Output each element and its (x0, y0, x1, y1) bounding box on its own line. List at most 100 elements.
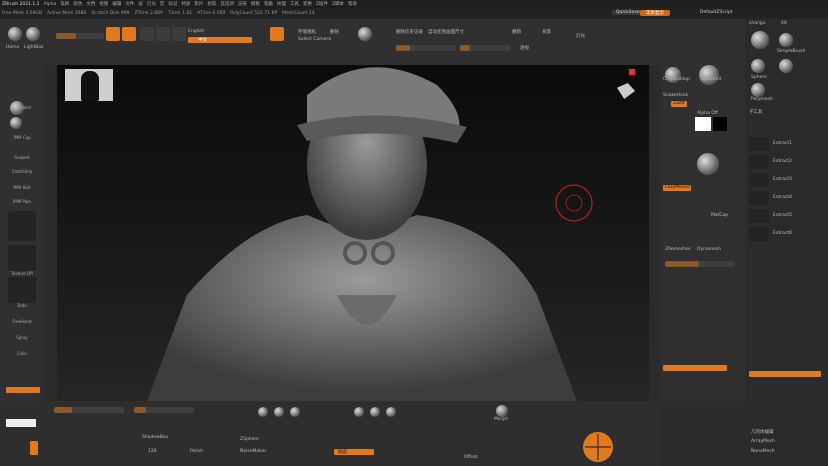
arraymesh-label[interactable]: ArrayMesh (751, 439, 775, 444)
subtool-name-6[interactable]: Extract6 (773, 231, 792, 236)
texture-thumbnail[interactable] (8, 245, 36, 271)
menu-render[interactable]: 渲染 (238, 1, 247, 7)
curve-brush-icon-3[interactable] (290, 407, 300, 417)
menu-zscript[interactable]: Z脚本 (332, 1, 344, 7)
menu-stroke[interactable]: 笔触 (264, 1, 273, 7)
color-slot-icon[interactable] (30, 441, 38, 455)
auto-restore-label[interactable]: 自动还原 (428, 29, 446, 35)
menu-color[interactable]: 颜色 (73, 1, 82, 7)
sphere-icon[interactable] (751, 59, 765, 73)
menu-tool[interactable]: 工具 (290, 1, 299, 7)
menu-file[interactable]: 文件 (125, 1, 134, 7)
light-label[interactable]: 灯光 (576, 33, 585, 39)
matcap-ball-icon[interactable] (697, 153, 719, 175)
current-tool-icon[interactable] (751, 31, 769, 49)
delete-camera-label[interactable]: 删除 (330, 29, 339, 35)
offset-label[interactable]: Offset (464, 455, 478, 460)
zsphere-label[interactable]: ZSphere (240, 437, 259, 442)
menu-picker[interactable]: 拾取 (207, 1, 216, 7)
polish-label[interactable]: Polish (190, 449, 203, 454)
select-camera-label[interactable]: Select Camera (298, 37, 331, 42)
standard-brush-icon[interactable] (699, 65, 719, 85)
menu-alpha[interactable]: Alpha (44, 2, 57, 7)
menu-edit[interactable]: 编辑 (112, 1, 121, 7)
subtool-name-5[interactable]: Extract5 (773, 213, 792, 218)
axis-gizmo-icon[interactable] (629, 69, 635, 75)
subtool-thumb-1[interactable] (749, 137, 769, 151)
menu-material[interactable]: 材质 (181, 1, 190, 7)
geometry-edit-label[interactable]: 几何体编辑 (751, 429, 774, 435)
subtool-thumb-5[interactable] (749, 209, 769, 223)
language-chinese[interactable]: 中文 (198, 37, 207, 43)
quicksave-button[interactable]: QuickSave (612, 10, 644, 15)
scale-button[interactable] (156, 27, 170, 41)
polymesh-icon[interactable] (751, 83, 765, 97)
menu-document[interactable]: 文档 (86, 1, 95, 7)
dock-orange-button[interactable] (663, 365, 727, 371)
perspective-label[interactable]: 透视 (520, 45, 529, 51)
history-icon[interactable] (358, 27, 372, 41)
curve-brush-icon-2[interactable] (274, 407, 284, 417)
transpose-icon[interactable] (10, 117, 22, 129)
shadowbox-label[interactable]: ShadowBox (142, 435, 168, 440)
cylinder-icon[interactable] (779, 59, 793, 73)
lightbox-icon[interactable] (26, 27, 40, 41)
noise-brush-icon-2[interactable] (370, 407, 380, 417)
menu-draw[interactable]: 绘图 (99, 1, 108, 7)
subtool-name-3[interactable]: Extract3 (773, 177, 792, 182)
move-button[interactable] (140, 27, 154, 41)
canvas-size-label[interactable]: 画面尺寸 (446, 29, 464, 35)
viewport-canvas[interactable] (57, 65, 649, 401)
menu-layer[interactable]: 层 (138, 1, 143, 7)
rotate-button[interactable] (172, 27, 186, 41)
nanomesh-label[interactable]: NanoMesh (751, 449, 775, 454)
noisemaker-label[interactable]: NoiseMaker (240, 449, 266, 454)
panel-orange-button[interactable] (749, 371, 821, 377)
morph-brush-icon[interactable] (496, 405, 508, 417)
dots-stroke-icon[interactable] (8, 277, 36, 303)
background-label[interactable]: 背景 (542, 29, 551, 35)
menu-marker[interactable]: 标记 (168, 1, 177, 7)
subtool-thumb-2[interactable] (749, 155, 769, 169)
bottom-slider-1[interactable] (54, 407, 124, 413)
menu-stencil[interactable]: 模板 (251, 1, 260, 7)
resolution-slider[interactable] (665, 261, 735, 267)
undo-label[interactable]: 撤销 (512, 29, 521, 35)
subtool-thumb-4[interactable] (749, 191, 769, 205)
draw-size-slider[interactable] (56, 33, 104, 39)
subtool-thumb-6[interactable] (749, 227, 769, 241)
menu-preferences[interactable]: 首选项 (220, 1, 234, 7)
main-color-swatch[interactable] (695, 117, 711, 131)
camera-button[interactable] (270, 27, 284, 41)
home-icon[interactable] (8, 27, 22, 41)
menu-brush[interactable]: 笔刷 (60, 1, 69, 7)
zremesher-label[interactable]: ZRemesher (665, 247, 691, 252)
text-field[interactable] (6, 419, 36, 427)
zoom-slider[interactable] (460, 45, 510, 51)
default-zscript[interactable]: DefaultZScript (700, 10, 733, 15)
delete-history-label[interactable]: 删除历史记录 (396, 29, 423, 35)
subtool-thumb-3[interactable] (749, 173, 769, 187)
menu-help[interactable]: 帮助 (348, 1, 357, 7)
noise-brush-icon-3[interactable] (386, 407, 396, 417)
focal-slider[interactable] (396, 45, 456, 51)
curve-brush-icon-1[interactable] (258, 407, 268, 417)
dynamesh-label[interactable]: Dynamesh (697, 247, 721, 252)
menu-macro[interactable]: 宏 (160, 1, 165, 7)
store-camera-label[interactable]: 存储相机 (298, 29, 316, 35)
noise-brush-icon-1[interactable] (354, 407, 364, 417)
draw-button[interactable] (122, 27, 136, 41)
stroke-preview[interactable] (8, 211, 36, 241)
menu-movie[interactable]: 影片 (194, 1, 203, 7)
secondary-color-swatch[interactable] (713, 117, 727, 131)
menu-light[interactable]: 灯光 (147, 1, 156, 7)
subtool-name-2[interactable]: Extract2 (773, 159, 792, 164)
subtool-name-4[interactable]: Extract4 (773, 195, 792, 200)
mask-orange-button[interactable] (6, 387, 40, 393)
move-gizmo-icon[interactable] (582, 431, 614, 463)
menu-display-button[interactable]: 菜单显示 (640, 10, 670, 16)
simplebrush-icon[interactable] (779, 33, 793, 47)
menu-transform[interactable]: 变换 (303, 1, 312, 7)
edit-button[interactable] (106, 27, 120, 41)
menu-texture[interactable]: 纹理 (277, 1, 286, 7)
